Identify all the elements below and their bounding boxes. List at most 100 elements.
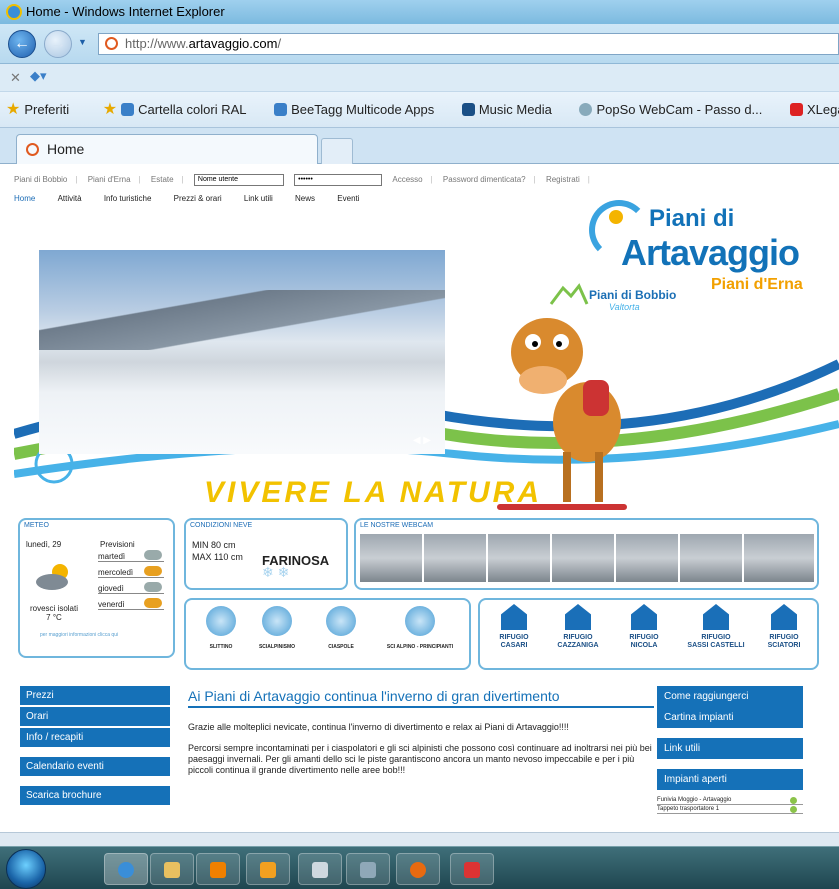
menu-brochure[interactable]: Scarica brochure [20,786,170,805]
activity-label: SCI ALPINO - PRINCIPIANTI [386,644,454,650]
url-field[interactable]: http://www.artavaggio.com/ [98,33,839,55]
url-domain: artavaggio.com [188,36,278,51]
menu-link-utili[interactable]: Link utili [657,738,803,759]
webcam-thumb[interactable] [680,534,742,582]
activity-ciaspole[interactable]: CIASPOLE [306,606,376,650]
rifugio-link[interactable]: RIFUGIO CAZZANIGA [546,604,610,650]
main-nav: Home Attività Info turistiche Prezzi & o… [14,194,380,203]
forgot-password-link[interactable]: Password dimenticata? [443,175,526,184]
nav-home[interactable]: Home [14,194,35,203]
addon-icon[interactable]: ◆▾ [30,68,47,84]
ski-touring-icon [262,606,292,636]
app-icon [312,862,328,878]
fav-item[interactable]: ★ Cartella colori RAL [97,92,259,127]
meteo-more-link[interactable]: per maggiori informazioni clicca qui [40,632,118,638]
fav-item[interactable]: PopSo WebCam - Passo d... [579,92,774,127]
snow-min: MIN 80 cm [192,540,236,550]
webcam-thumb[interactable] [744,534,814,582]
snow-title: CONDIZIONI NEVE [190,522,253,529]
taskbar-ie[interactable] [104,853,148,885]
slideshow-arrows-icon[interactable]: ◀ ▶ [413,435,431,446]
nav-link[interactable]: Link utili [244,194,273,203]
taskbar-explorer[interactable] [150,853,194,885]
menu-prezzi[interactable]: Prezzi [20,686,170,705]
rifugio-name: CASARI [500,642,528,649]
menu-cartina[interactable]: Cartina impianti [657,707,803,728]
favorites-button[interactable]: ★ Preferiti [0,92,81,127]
tab-home[interactable]: Home [16,134,318,164]
forward-button[interactable]: → [44,30,72,58]
start-button[interactable] [6,849,46,889]
new-tab-button[interactable] [321,138,353,164]
rifugio-link[interactable]: RIFUGIO NICOLA [612,604,676,650]
menu-orari[interactable]: Orari [20,707,170,726]
rifugio-link[interactable]: RIFUGIO SCIATORI [752,604,816,650]
erna-logo[interactable]: Piani d'Erna [711,276,803,294]
rifugio-label: RIFUGIO [629,634,659,641]
article-title: Ai Piani di Artavaggio continua l'invern… [188,688,654,708]
webcam-thumb[interactable] [424,534,486,582]
separator: | [587,175,590,185]
menu-come-raggiungerci[interactable]: Come raggiungerci [657,686,803,707]
taskbar-app[interactable] [298,853,342,885]
username-input[interactable]: Nome utente [193,174,284,186]
nav-eventi[interactable]: Eventi [337,194,359,203]
topnav-link[interactable]: Piani di Bobbio [14,175,67,184]
slideshow-photo[interactable]: ◀ ▶ [39,250,445,454]
login-button[interactable]: Accesso [392,175,422,184]
menu-info[interactable]: Info / recapiti [20,728,170,747]
window-titlebar: Home - Windows Internet Explorer [0,0,839,24]
taskbar-app[interactable] [346,853,390,885]
app-icon [360,862,376,878]
logo-text-1: Piani di [649,205,735,232]
password-input[interactable]: •••••• [294,174,383,186]
taskbar-app[interactable] [450,853,494,885]
activity-label: CIASPOLE [328,644,354,650]
fav-label: PopSo WebCam - Passo d... [596,102,763,117]
meteo-title: METEO [24,522,49,529]
fav-item[interactable]: BeeTagg Multicode Apps [274,92,446,127]
webcam-thumb[interactable] [616,534,678,582]
meteo-today: lunedì, 29 [26,540,62,549]
media-player-icon [210,862,226,878]
activity-scialpinismo[interactable]: SCIALPINISMO [242,606,312,650]
forecast-day: giovedì [98,584,124,593]
nav-news[interactable]: News [295,194,315,203]
house-icon [501,604,527,630]
rifugio-link[interactable]: RIFUGIO SASSI CASTELLI [678,604,754,650]
rifugio-name: SCIATORI [767,642,801,649]
back-button[interactable]: ← [8,30,36,58]
topnav-link[interactable]: Estate [151,175,174,184]
close-icon[interactable]: ✕ [10,70,21,86]
taskbar-firefox[interactable] [396,853,440,885]
webcam-title: LE NOSTRE WEBCAM [360,522,434,529]
forecast-day: mercoledì [98,568,134,577]
topnav-link[interactable]: Piani d'Erna [88,175,131,184]
rifugio-link[interactable]: RIFUGIO CASARI [482,604,546,650]
fav-item[interactable]: XLegalmail [790,92,839,127]
history-dropdown-icon[interactable]: ▼ [78,37,87,47]
webcam-thumb[interactable] [360,534,422,582]
register-link[interactable]: Registrati [546,175,580,184]
activity-sci-alpino[interactable]: SCI ALPINO - PRINCIPIANTI [372,606,468,650]
music-media-icon [461,103,475,116]
menu-impianti-aperti[interactable]: Impianti aperti [657,769,803,790]
rifugio-label: RIFUGIO [769,634,799,641]
nav-attivita[interactable]: Attività [58,194,82,203]
house-icon [703,604,729,630]
nav-info[interactable]: Info turistiche [104,194,152,203]
nav-prezzi[interactable]: Prezzi & orari [174,194,222,203]
taskbar-app[interactable] [246,853,290,885]
webcam-thumb[interactable] [552,534,614,582]
tab-label: Home [47,141,85,157]
sun-cloud-icon [36,564,68,590]
separator: | [430,175,433,185]
menu-calendario[interactable]: Calendario eventi [20,757,170,776]
fav-item[interactable]: Music Media [461,92,564,127]
impianto-name: Funivia Moggio - Artavaggio [657,797,732,803]
impianti-list: Funivia Moggio - Artavaggio Tappeto tras… [657,796,803,814]
webcam-thumb[interactable] [488,534,550,582]
window-title: Home - Windows Internet Explorer [26,4,225,19]
taskbar-media[interactable] [196,853,240,885]
site-favicon [26,143,39,156]
